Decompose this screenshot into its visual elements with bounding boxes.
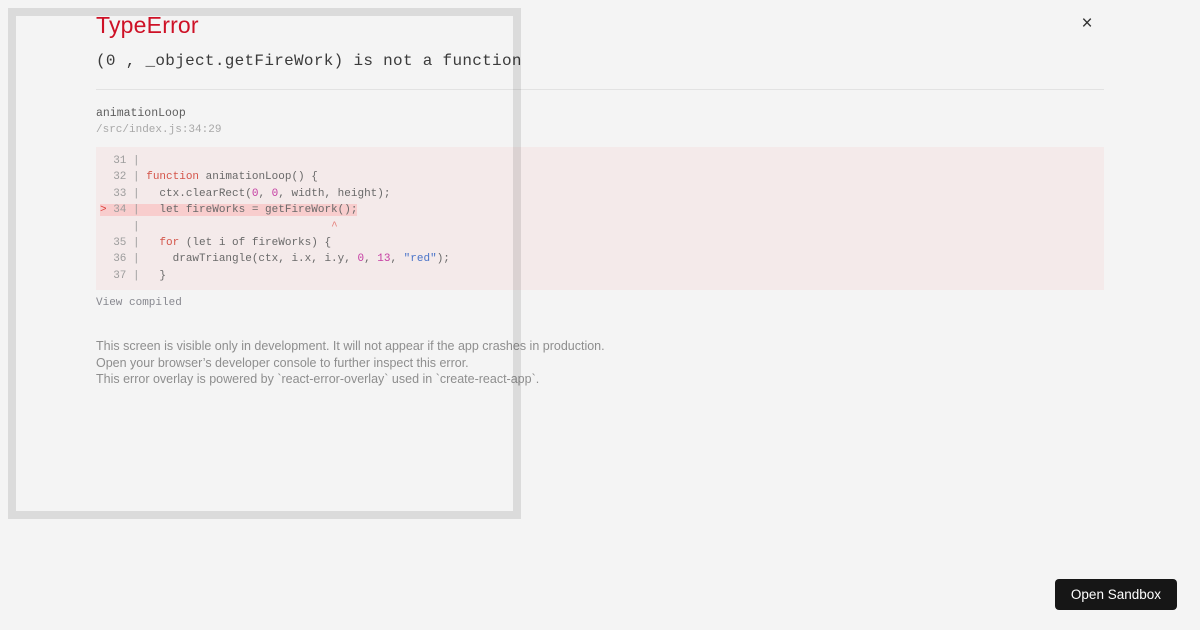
code-token-plain: , [258,187,272,200]
code-token-gutter: 31 | [100,155,147,167]
code-token-string: "red" [403,253,437,266]
code-token-plain: , [364,253,378,266]
footer-line: Open your browser’s developer console to… [96,355,469,370]
code-token-keyword: for [159,236,180,249]
code-token-plain: , [390,253,404,266]
code-token-plain: drawTriangle(ctx, i.x, i.y, [146,253,358,266]
code-line: 32 | function animationLoop() { [100,169,1104,185]
code-token-gutter: 32 | [100,171,147,184]
divider [96,89,1104,90]
code-token-gutter: 34 | [113,204,147,217]
code-line: > 34 | let fireWorks = getFireWork(); [100,202,1104,218]
code-token-gutter: 35 | [100,236,147,249]
page-background: { "colors": { "page_bg": "#f4f4f4", "tit… [0,0,1200,630]
code-line: | ^ [100,219,1104,235]
code-line: 36 | drawTriangle(ctx, i.x, i.y, 0, 13, … [100,251,1104,267]
error-type-title: TypeError [96,12,199,38]
code-token-gutter: 33 | [100,187,147,200]
highlighted-error-line: > 34 | let fireWorks = getFireWork(); [100,204,358,217]
footer-line: This error overlay is powered by `react-… [96,372,540,387]
code-frame: 31 | 32 | function animationLoop() { 33 … [96,147,1104,290]
error-overlay: TypeError × (0 , _object.getFireWork) is… [0,0,1200,630]
close-button[interactable]: × [1074,10,1100,36]
code-token-gutter: 36 | [100,253,147,266]
code-token-gutter: | [100,220,147,233]
code-line: 31 | [100,153,1104,169]
view-compiled-link[interactable]: View compiled [96,297,182,309]
code-line: 33 | ctx.clearRect(0, 0, width, height); [100,186,1104,202]
code-line: 37 | } [100,268,1104,284]
code-token-marker: > [100,204,114,217]
code-token-gutter: 37 | [100,269,147,282]
code-token-keyword: function [146,171,200,184]
footer-note: This screen is visible only in developme… [96,338,605,388]
code-line: 35 | for (let i of fireWorks) { [100,235,1104,251]
stack-function-name: animationLoop [96,107,186,120]
close-icon: × [1081,12,1093,34]
stack-file-location: /src/index.js:34:29 [96,124,222,136]
code-token-number: 13 [377,253,391,266]
error-message: (0 , _object.getFireWork) is not a funct… [96,52,522,70]
footer-line: This screen is visible only in developme… [96,339,605,353]
code-token-plain: } [146,269,167,282]
code-token-plain: , width, height); [278,187,391,200]
code-token-plain: let fireWorks = getFireWork(); [146,204,358,217]
code-token-plain: (let i of fireWorks) { [179,236,332,249]
code-token-caret: ^ [331,220,338,233]
code-token-plain: ); [436,253,450,266]
open-sandbox-button[interactable]: Open Sandbox [1054,579,1177,610]
code-token-plain: animationLoop() { [199,171,318,184]
code-token-plain: ctx.clearRect( [146,187,252,200]
